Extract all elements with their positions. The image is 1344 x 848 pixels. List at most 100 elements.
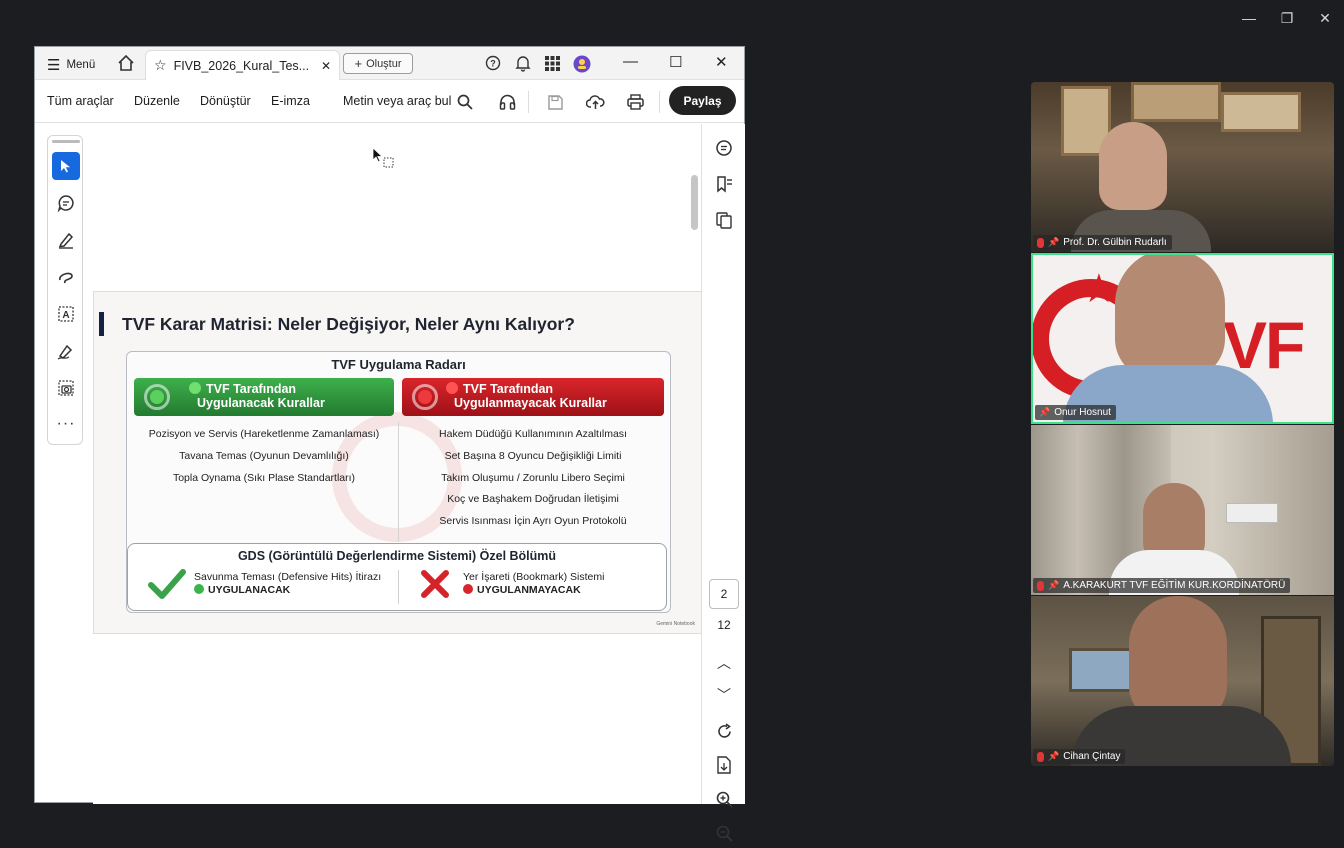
minimize-button[interactable]: — xyxy=(1236,8,1262,28)
red-status-dot-icon xyxy=(463,584,473,594)
chevron-down-icon[interactable]: ﹀ xyxy=(712,683,736,707)
check-icon xyxy=(148,568,186,605)
sign-pen-icon[interactable] xyxy=(52,337,80,365)
red-header-line2: Uygulanmayacak Kurallar xyxy=(454,396,607,410)
mic-muted-icon xyxy=(1037,751,1044,762)
help-icon[interactable]: ? xyxy=(485,55,501,71)
page-extract-icon[interactable] xyxy=(712,753,736,777)
new-button[interactable]: + Oluştur xyxy=(343,53,413,74)
green-radar-icon xyxy=(144,384,170,410)
title-bar: ☰ Menü ☆ FIVB_2026_Kural_Tes... ✕ + Oluş… xyxy=(35,47,744,80)
pin-icon: 📌 xyxy=(1048,237,1060,247)
page-total: 12 xyxy=(717,618,731,632)
gds-left-item: Savunma Teması (Defensive Hits) İtirazı … xyxy=(194,571,381,597)
menu-all-tools[interactable]: Tüm araçlar xyxy=(47,94,114,108)
home-button[interactable] xyxy=(117,54,135,72)
list-item: Pozisyon ve Servis (Hareketlenme Zamanla… xyxy=(148,428,380,440)
tool-panel: A ··· xyxy=(47,135,83,445)
person-video xyxy=(1115,255,1225,379)
pages-panel-icon[interactable] xyxy=(712,208,736,232)
rotate-icon[interactable] xyxy=(712,719,736,743)
select-tool-icon[interactable] xyxy=(52,152,80,180)
text-box-icon[interactable]: A xyxy=(52,300,80,328)
toolbar-separator xyxy=(528,91,529,113)
red-header-line1: TVF Tarafından xyxy=(463,382,554,396)
restore-button[interactable]: ❐ xyxy=(1274,8,1300,28)
list-item: Koç ve Başhakem Doğrudan İletişimi xyxy=(447,493,619,506)
avatar[interactable] xyxy=(573,55,591,73)
document-tab[interactable]: ☆ FIVB_2026_Kural_Tes... ✕ xyxy=(145,50,340,80)
plus-icon: + xyxy=(354,56,363,71)
window-maximize-icon[interactable]: ☐ xyxy=(669,53,682,71)
search-icon[interactable] xyxy=(455,92,475,112)
pin-icon: 📌 xyxy=(1039,407,1051,417)
gds-right-item: Yer İşareti (Bookmark) Sistemi UYGULANMA… xyxy=(463,571,604,597)
list-item: Takım Oluşumu / Zorunlu Libero Seçimi xyxy=(441,471,625,484)
participant-name: Onur Hosnut xyxy=(1054,407,1111,418)
gds-section: GDS (Görüntülü Değerlendirme Sistemi) Öz… xyxy=(127,543,667,611)
tab-title: FIVB_2026_Kural_Tes... xyxy=(173,58,310,73)
menu-edit[interactable]: Düzenle xyxy=(134,94,180,108)
svg-text:?: ? xyxy=(490,59,496,69)
svg-text:A: A xyxy=(62,310,69,321)
bell-icon[interactable] xyxy=(515,55,531,72)
gds-right-text: Yer İşareti (Bookmark) Sistemi xyxy=(463,571,605,583)
participant-name-tag: 📌 Cihan Çintay xyxy=(1033,749,1126,764)
toolbar: Tüm araçlar Düzenle Dönüştür E-imza Meti… xyxy=(35,81,744,123)
page-number-input[interactable]: 2 xyxy=(709,579,739,609)
vertical-scrollbar[interactable] xyxy=(691,175,698,230)
painting-frame xyxy=(1131,82,1221,122)
search-field[interactable]: Metin veya araç bul xyxy=(343,94,451,108)
zoom-out-icon[interactable] xyxy=(712,821,736,845)
snapshot-icon[interactable] xyxy=(52,374,80,402)
zoom-in-icon[interactable] xyxy=(712,787,736,811)
acrobat-window: ☰ Menü ☆ FIVB_2026_Kural_Tes... ✕ + Oluş… xyxy=(34,46,745,842)
participant-name: A.KARAKURT TVF EĞİTİM KUR.KORDİNATÖRÜ xyxy=(1063,580,1286,591)
participant-name-tag: 📌 A.KARAKURT TVF EĞİTİM KUR.KORDİNATÖRÜ xyxy=(1033,578,1291,593)
highlight-pen-icon[interactable] xyxy=(52,226,80,254)
menu-button[interactable]: ☰ Menü xyxy=(47,56,95,74)
list-item: Servis Isınması İçin Ayrı Oyun Protokolü xyxy=(439,515,627,528)
menu-esign[interactable]: E-imza xyxy=(271,94,310,108)
participant-name-tag: 📌 Onur Hosnut xyxy=(1035,405,1116,420)
radar-panel: TVF Uygulama Radarı TVF Tarafından Uygul… xyxy=(126,351,671,613)
gds-divider xyxy=(398,570,399,604)
panel-grip[interactable] xyxy=(52,140,80,143)
more-tools-icon[interactable]: ··· xyxy=(52,410,80,438)
draw-freeform-icon[interactable] xyxy=(52,263,80,291)
participant-tile-2[interactable]: ★ VF 📌 Onur Hosnut xyxy=(1031,253,1334,424)
mouse-cursor-icon xyxy=(372,147,396,176)
cloud-upload-icon[interactable] xyxy=(585,92,605,112)
close-tab-icon[interactable]: ✕ xyxy=(321,59,331,73)
close-button[interactable]: ✕ xyxy=(1312,8,1338,28)
menu-label: Menü xyxy=(66,59,96,71)
gds-left-status: UYGULANACAK xyxy=(208,584,291,596)
bookmark-panel-icon[interactable] xyxy=(712,172,736,196)
menu-convert[interactable]: Dönüştür xyxy=(200,94,251,108)
pin-icon: 📌 xyxy=(1048,751,1060,761)
comment-tool-icon[interactable] xyxy=(52,189,80,217)
green-header-line2: Uygulanacak Kurallar xyxy=(197,396,325,410)
share-button[interactable]: Paylaş xyxy=(669,86,736,115)
participant-tile-1[interactable]: 📌 Prof. Dr. Gülbin Rudarlı xyxy=(1031,82,1334,252)
toolbar-separator xyxy=(659,91,660,113)
list-item: Tavana Temas (Oyunun Devamlılığı) xyxy=(179,449,349,462)
window-minimize-icon[interactable]: — xyxy=(623,53,638,70)
new-button-label: Oluştur xyxy=(366,57,402,70)
slide-title: TVF Karar Matrisi: Neler Değişiyor, Nele… xyxy=(122,314,575,334)
red-dot-icon xyxy=(446,382,458,394)
not-applied-rules-list: Hakem Düdüğü Kullanımının Azaltılması Se… xyxy=(402,424,664,533)
participant-tile-3[interactable]: 📌 A.KARAKURT TVF EĞİTİM KUR.KORDİNATÖRÜ xyxy=(1031,425,1334,595)
chevron-up-icon[interactable]: ︿ xyxy=(712,651,736,675)
window-close-icon[interactable]: ✕ xyxy=(715,53,728,71)
participant-tile-4[interactable]: 📌 Cihan Çintay xyxy=(1031,596,1334,766)
gds-left-text: Savunma Teması (Defensive Hits) İtirazı xyxy=(194,571,382,583)
headphones-icon[interactable] xyxy=(497,92,517,112)
print-icon[interactable] xyxy=(625,92,645,112)
star-icon[interactable]: ☆ xyxy=(154,57,167,74)
comment-panel-icon[interactable] xyxy=(712,136,736,160)
apps-grid-icon[interactable] xyxy=(545,56,560,71)
not-applied-rules-header: TVF Tarafından Uygulanmayacak Kurallar xyxy=(402,378,664,416)
save-icon[interactable] xyxy=(545,92,565,112)
red-radar-icon xyxy=(412,384,438,410)
